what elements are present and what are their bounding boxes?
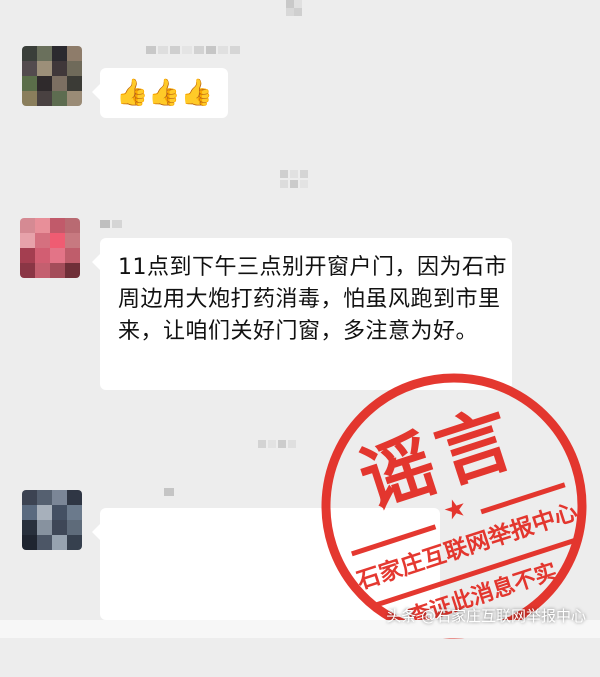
sender-name — [164, 488, 174, 496]
thumbs-up-icon: 👍👍👍 — [116, 78, 214, 108]
stamp-star-icon: ★ — [440, 492, 471, 528]
message-text: 11点到下午三点别开窗户门，因为石市周边用大炮打药消毒，怕虽风跑到市里来，让咱们… — [118, 255, 507, 344]
avatar[interactable] — [22, 490, 82, 550]
message-bubble[interactable]: 👍👍👍 — [92, 68, 228, 118]
sender-name — [100, 220, 122, 228]
avatar[interactable] — [20, 218, 80, 278]
timestamp — [280, 170, 308, 188]
sender-name — [146, 46, 240, 54]
watermark: 头条 @石家庄互联网举报中心 — [386, 607, 586, 625]
avatar[interactable] — [22, 46, 82, 106]
censored-text — [286, 0, 302, 16]
